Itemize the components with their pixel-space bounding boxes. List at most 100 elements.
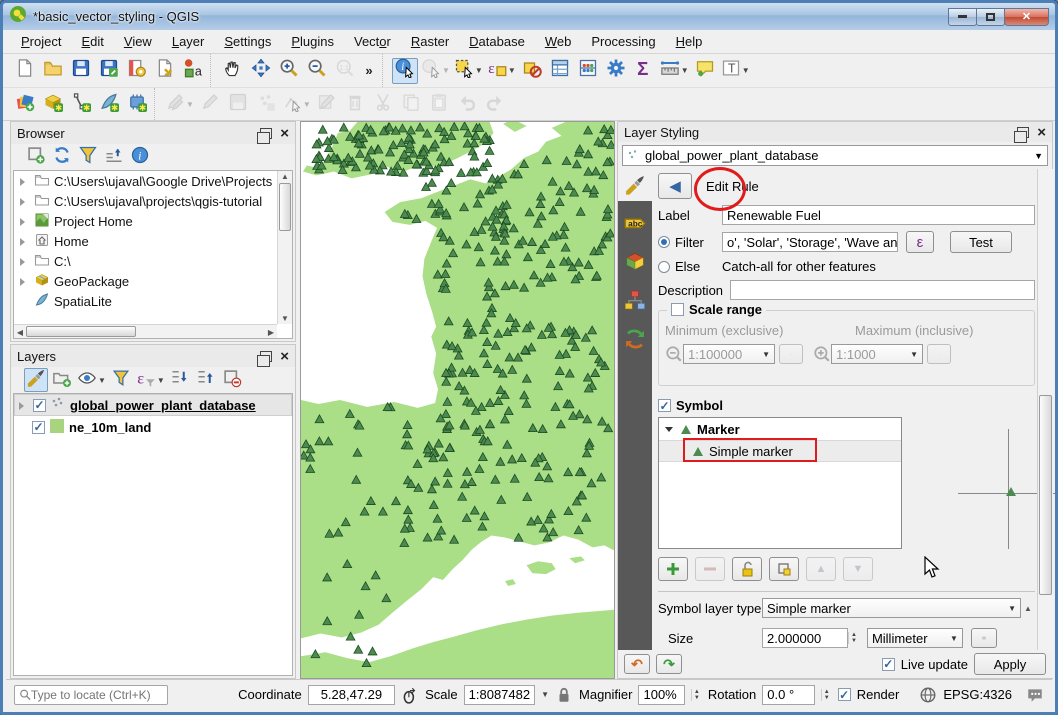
scale-max-dd-button[interactable] [927, 344, 951, 364]
overflow-button[interactable]: » [360, 58, 378, 84]
locate-box[interactable] [14, 685, 168, 705]
undo-button[interactable] [454, 91, 480, 117]
new-virtual-layer-button[interactable] [124, 91, 150, 117]
tab-symbology[interactable] [618, 169, 652, 201]
epsg-label[interactable]: EPSG:4326 [943, 687, 1012, 702]
save-project-button[interactable] [68, 58, 94, 84]
map-canvas[interactable] [300, 121, 615, 679]
menu-layer[interactable]: Layer [162, 31, 215, 52]
browser-item[interactable]: C:\Users\ujaval\projects\qgis-tutorial [14, 191, 292, 211]
new-spatialite-layer-button[interactable] [96, 91, 122, 117]
menu-help[interactable]: Help [666, 31, 713, 52]
minimize-button[interactable] [948, 8, 977, 26]
select-by-value-button[interactable]: ▼ [420, 58, 451, 84]
select-by-expression-button[interactable]: ε▼ [486, 58, 517, 84]
open-project-button[interactable] [40, 58, 66, 84]
layout-manager-button[interactable] [152, 58, 178, 84]
filter-legend-button[interactable] [109, 368, 133, 392]
manage-map-themes-button[interactable]: ▼ [76, 368, 107, 392]
symbol-layer-type-combo[interactable]: Simple marker▼ [762, 598, 1021, 618]
magnifier-spinner[interactable]: ▲▼ [691, 689, 702, 701]
show-statistics-button[interactable]: Σ [631, 58, 657, 84]
expand-all-button[interactable] [168, 368, 192, 392]
zoom-native-button[interactable]: 1:1 [332, 58, 358, 84]
layer-item-global_power_plant_database[interactable]: global_power_plant_database [14, 394, 292, 416]
zoom-out-button[interactable] [304, 58, 330, 84]
open-styling-panel-button[interactable] [24, 368, 48, 392]
browser-item[interactable]: Home [14, 231, 292, 251]
measure-button[interactable]: ▼ [659, 58, 690, 84]
back-button[interactable]: ◀ [658, 173, 692, 199]
scale-value[interactable]: 1:8087482 [464, 685, 535, 705]
render-checkbox[interactable] [838, 688, 851, 701]
refresh-button[interactable] [50, 145, 74, 169]
zoom-full-button[interactable] [248, 58, 274, 84]
expression-builder-button[interactable]: ε [906, 231, 934, 253]
tab-history[interactable] [624, 328, 646, 355]
deselect-all-button[interactable] [519, 58, 545, 84]
symbol-tree-simple-marker[interactable]: Simple marker [659, 440, 901, 462]
menu-raster[interactable]: Raster [401, 31, 459, 52]
save-project-as-button[interactable] [96, 58, 122, 84]
coordinate-value[interactable]: 5.28,47.29 [308, 685, 395, 705]
new-geopackage-layer-button[interactable] [40, 91, 66, 117]
duplicate-symbol-layer-button[interactable] [769, 557, 799, 581]
menu-vector[interactable]: Vector [344, 31, 401, 52]
remove-layer-button[interactable] [220, 368, 244, 392]
style-manager-button[interactable]: a [180, 58, 206, 84]
add-symbol-layer-button[interactable] [658, 557, 688, 581]
scale-range-checkbox[interactable] [671, 303, 684, 316]
vertex-tool-button[interactable]: ▼ [281, 91, 312, 117]
maximize-button[interactable] [976, 8, 1005, 26]
menu-plugins[interactable]: Plugins [281, 31, 344, 52]
browser-item[interactable]: C:\Users\ujaval\Google Drive\Projects [14, 171, 292, 191]
magnifier-value[interactable]: 100% [638, 685, 684, 705]
filter-by-expression-button[interactable]: ε▼ [135, 368, 166, 392]
lock-symbol-layer-button[interactable] [732, 557, 762, 581]
copy-features-button[interactable] [398, 91, 424, 117]
description-input[interactable] [730, 280, 1035, 300]
cut-features-button[interactable] [370, 91, 396, 117]
select-features-button[interactable]: ▼ [453, 58, 484, 84]
styling-vscrollbar[interactable]: ▼ [1037, 169, 1052, 678]
tab-3d-view[interactable] [624, 250, 646, 277]
browser-item[interactable]: SpatiaLite [14, 291, 292, 311]
text-annotation-button[interactable]: T▼ [720, 58, 751, 84]
menu-settings[interactable]: Settings [214, 31, 281, 52]
filter-radio[interactable] [658, 236, 670, 248]
save-edits-button[interactable] [225, 91, 251, 117]
mouse-position-icon[interactable] [401, 686, 419, 704]
pan-map-button[interactable] [220, 58, 246, 84]
layer-item-ne_10m_land[interactable]: ne_10m_land [14, 416, 292, 438]
data-source-manager-button[interactable] [12, 91, 38, 117]
menu-view[interactable]: View [114, 31, 162, 52]
move-up-button[interactable]: ▲ [806, 557, 836, 581]
else-radio[interactable] [658, 261, 670, 273]
show-properties-button[interactable]: i [128, 145, 152, 169]
filter-browser-button[interactable] [76, 145, 100, 169]
scale-combo-arrow[interactable]: ▼ [541, 690, 549, 699]
menu-edit[interactable]: Edit [71, 31, 113, 52]
field-calculator-button[interactable] [575, 58, 601, 84]
tab-diagrams[interactable] [624, 289, 646, 316]
styling-float-button[interactable] [1017, 127, 1029, 138]
widget-scrollbar[interactable]: ▲ [1021, 604, 1035, 613]
rule-label-input[interactable]: Renewable Fuel [722, 205, 1035, 225]
size-dd-button[interactable] [971, 628, 997, 648]
move-down-button[interactable]: ▼ [843, 557, 873, 581]
browser-vscrollbar[interactable]: ▲▼ [277, 171, 292, 324]
remove-symbol-layer-button[interactable] [695, 557, 725, 581]
browser-close-button[interactable]: × [280, 128, 289, 139]
add-point-feature-button[interactable] [253, 91, 279, 117]
layer-visibility-checkbox[interactable] [33, 399, 46, 412]
paste-features-button[interactable] [426, 91, 452, 117]
menu-database[interactable]: Database [459, 31, 535, 52]
lock-scale-icon[interactable] [555, 686, 573, 704]
processing-toolbox-button[interactable] [603, 58, 629, 84]
map-tips-button[interactable] [692, 58, 718, 84]
menu-web[interactable]: Web [535, 31, 582, 52]
menu-project[interactable]: Project [11, 31, 71, 52]
filter-input[interactable]: o', 'Solar', 'Storage', 'Wave and Tidal'… [722, 232, 898, 252]
apply-button[interactable]: Apply [974, 653, 1046, 675]
rotation-value[interactable]: 0.0 ° [762, 685, 814, 705]
